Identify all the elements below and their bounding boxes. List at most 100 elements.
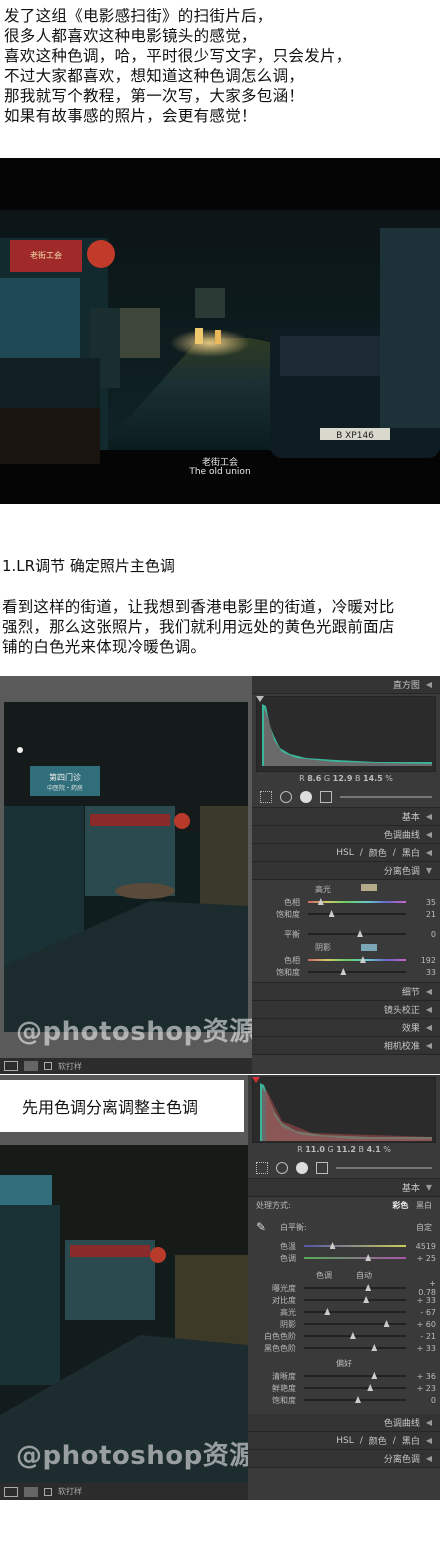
presence-rows: 清晰度 + 36 鲜艳度 + 23 饱和度 0 bbox=[248, 1370, 440, 1406]
tone-curve-header[interactable]: 色调曲线 ◀ bbox=[248, 1414, 440, 1432]
slider-label: 白色色阶 bbox=[264, 1331, 296, 1341]
slider-row[interactable]: 鲜艳度 + 23 bbox=[248, 1382, 440, 1394]
tool-slider[interactable] bbox=[340, 795, 432, 798]
tone-curve-header[interactable]: 色调曲线 ◀ bbox=[252, 826, 440, 844]
treatment-bw[interactable]: 黑白 bbox=[416, 1201, 432, 1210]
slider-knob[interactable] bbox=[324, 1308, 331, 1315]
slider-label: 曝光度 bbox=[272, 1283, 296, 1293]
histogram-header[interactable]: 直方图 ◀ bbox=[252, 676, 440, 694]
slider-track[interactable] bbox=[304, 1372, 406, 1379]
basic-header[interactable]: 基本 ◀ bbox=[252, 808, 440, 826]
slider-row[interactable]: 饱和度 0 bbox=[248, 1394, 440, 1406]
histogram bbox=[252, 1077, 436, 1143]
highlight-sat-row[interactable]: 饱和度 21 bbox=[252, 908, 440, 920]
slider-knob[interactable] bbox=[371, 1344, 378, 1351]
slider-value: + 33 bbox=[416, 1343, 436, 1353]
spot-removal-icon[interactable] bbox=[280, 790, 292, 803]
balance-row[interactable]: 平衡 0 bbox=[252, 928, 440, 940]
lens-correction-header[interactable]: 镜头校正 ◀ bbox=[252, 1001, 440, 1019]
intro-line: 喜欢这种色调，哈，平时很少写文字，只会发片， bbox=[4, 47, 352, 65]
basic-header[interactable]: 基本 ▼ bbox=[248, 1179, 440, 1197]
tone-label: 色调 bbox=[316, 1270, 332, 1280]
treatment-color[interactable]: 彩色 bbox=[392, 1201, 408, 1210]
slider-knob[interactable] bbox=[365, 1284, 372, 1291]
softproof-label: 软打样 bbox=[58, 1061, 82, 1071]
red-eye-icon[interactable] bbox=[296, 1161, 308, 1174]
shadow-color-swatch[interactable] bbox=[361, 943, 377, 951]
basic-tone-rows: 曝光度 + 0.78 对比度 + 33 高光 - 67 阴影 + 60 白色色阶 - 21 黑色色阶… bbox=[248, 1279, 440, 1354]
histogram-readout: R 11.0 G 11.2 B 4.1 % bbox=[297, 1145, 391, 1154]
hsl-header[interactable]: HSL / 颜色 / 黑白 ◀ bbox=[248, 1432, 440, 1450]
softproof-checkbox[interactable] bbox=[44, 1062, 52, 1070]
effects-header[interactable]: 效果 ◀ bbox=[252, 1019, 440, 1037]
graduated-filter-icon[interactable] bbox=[316, 1161, 328, 1174]
lr1-photo: 第四门诊 中医院・药房 bbox=[0, 676, 252, 1058]
tint-row[interactable]: 色调 + 25 bbox=[248, 1252, 440, 1264]
slider-knob[interactable] bbox=[371, 1372, 378, 1379]
red-eye-icon[interactable] bbox=[300, 790, 312, 803]
slider-track[interactable] bbox=[304, 1320, 406, 1327]
intro-line: 很多人都喜欢这种电影镜头的感觉， bbox=[4, 27, 257, 45]
slider-knob[interactable] bbox=[383, 1320, 390, 1327]
tab-bw[interactable]: 黑白 bbox=[402, 846, 420, 859]
crop-tool-icon[interactable] bbox=[260, 790, 272, 803]
wb-select[interactable]: 自定 bbox=[416, 1222, 432, 1233]
spot-removal-icon[interactable] bbox=[276, 1161, 288, 1174]
hsl-header[interactable]: HSL / 颜色 / 黑白 ◀ bbox=[252, 844, 440, 862]
camera-calibration-header[interactable]: 相机校准 ◀ bbox=[252, 1037, 440, 1055]
slider-track[interactable] bbox=[304, 1396, 406, 1403]
slider-track[interactable] bbox=[304, 1332, 406, 1339]
slider-knob[interactable] bbox=[367, 1384, 374, 1391]
tab-hsl[interactable]: HSL bbox=[336, 1436, 354, 1446]
highlight-hue-row[interactable]: 色相 35 bbox=[252, 896, 440, 908]
shadow-sat-row[interactable]: 饱和度 33 bbox=[252, 966, 440, 978]
tab-bw[interactable]: 黑白 bbox=[402, 1434, 420, 1447]
slider-row[interactable]: 清晰度 + 36 bbox=[248, 1370, 440, 1382]
lr1-toolbar: 软打样 bbox=[0, 1058, 252, 1074]
intro-line: 发了这组《电影感扫街》的扫街片后， bbox=[4, 7, 273, 25]
highlight-color-swatch[interactable] bbox=[361, 884, 377, 891]
tab-color[interactable]: 颜色 bbox=[369, 1434, 387, 1447]
graduated-filter-icon[interactable] bbox=[320, 790, 332, 803]
tab-hsl[interactable]: HSL bbox=[336, 848, 354, 858]
tool-strip bbox=[248, 1157, 440, 1179]
slider-value: - 21 bbox=[420, 1331, 436, 1341]
loupe-view-icon[interactable] bbox=[4, 1486, 18, 1497]
license-plate: B XP146 bbox=[336, 431, 374, 441]
softproof-checkbox[interactable] bbox=[44, 1487, 52, 1496]
compare-view-icon[interactable] bbox=[24, 1486, 38, 1497]
slider-track[interactable] bbox=[304, 1344, 406, 1351]
crop-tool-icon[interactable] bbox=[256, 1161, 268, 1174]
slider-track[interactable] bbox=[304, 1296, 406, 1303]
slider-row[interactable]: 白色色阶 - 21 bbox=[248, 1330, 440, 1342]
shadows-label: 阴影 bbox=[315, 942, 331, 952]
slider-knob[interactable] bbox=[355, 1396, 361, 1403]
temp-row[interactable]: 色温 4519 bbox=[248, 1240, 440, 1252]
slider-row[interactable]: 对比度 + 33 bbox=[248, 1294, 440, 1306]
split-toning-header[interactable]: 分离色调 ◀ bbox=[248, 1450, 440, 1468]
slider-row[interactable]: 高光 - 67 bbox=[248, 1306, 440, 1318]
tab-color[interactable]: 颜色 bbox=[369, 846, 387, 859]
compare-view-icon[interactable] bbox=[24, 1061, 38, 1071]
split-toning-header[interactable]: 分离色调 ▼ bbox=[252, 862, 440, 880]
tool-slider[interactable] bbox=[336, 1166, 432, 1169]
slider-track[interactable] bbox=[304, 1384, 406, 1391]
slider-row[interactable]: 黑色色阶 + 33 bbox=[248, 1342, 440, 1354]
slider-knob[interactable] bbox=[363, 1296, 370, 1303]
detail-header[interactable]: 细节 ◀ bbox=[252, 983, 440, 1001]
section-body-line: 强烈，那么这张照片，我们就利用远处的黄色光跟前面店 bbox=[2, 618, 395, 636]
shadow-hue-row[interactable]: 色相 192 bbox=[252, 954, 440, 966]
photo-caption-en: The old union bbox=[189, 467, 251, 477]
slider-row[interactable]: 曝光度 + 0.78 bbox=[248, 1279, 440, 1297]
section-body-line: 看到这样的街道，让我想到香港电影里的街道，冷暖对比 bbox=[2, 598, 395, 616]
eyedropper-icon[interactable]: ✎ bbox=[256, 1220, 266, 1234]
slider-value: + 0.78 bbox=[418, 1279, 436, 1297]
split-toning-panel: 高光 色相 35 饱和度 21 平衡 0 阴影 色相 192 饱和度 33 bbox=[252, 880, 440, 983]
slider-row[interactable]: 阴影 + 60 bbox=[248, 1318, 440, 1330]
intro-line: 不过大家都喜欢，想知道这种色调怎么调， bbox=[4, 67, 305, 85]
slider-knob[interactable] bbox=[349, 1332, 356, 1339]
auto-button[interactable]: 自动 bbox=[356, 1270, 372, 1281]
loupe-view-icon[interactable] bbox=[4, 1061, 18, 1071]
slider-track[interactable] bbox=[304, 1308, 406, 1315]
slider-track[interactable] bbox=[304, 1284, 406, 1291]
